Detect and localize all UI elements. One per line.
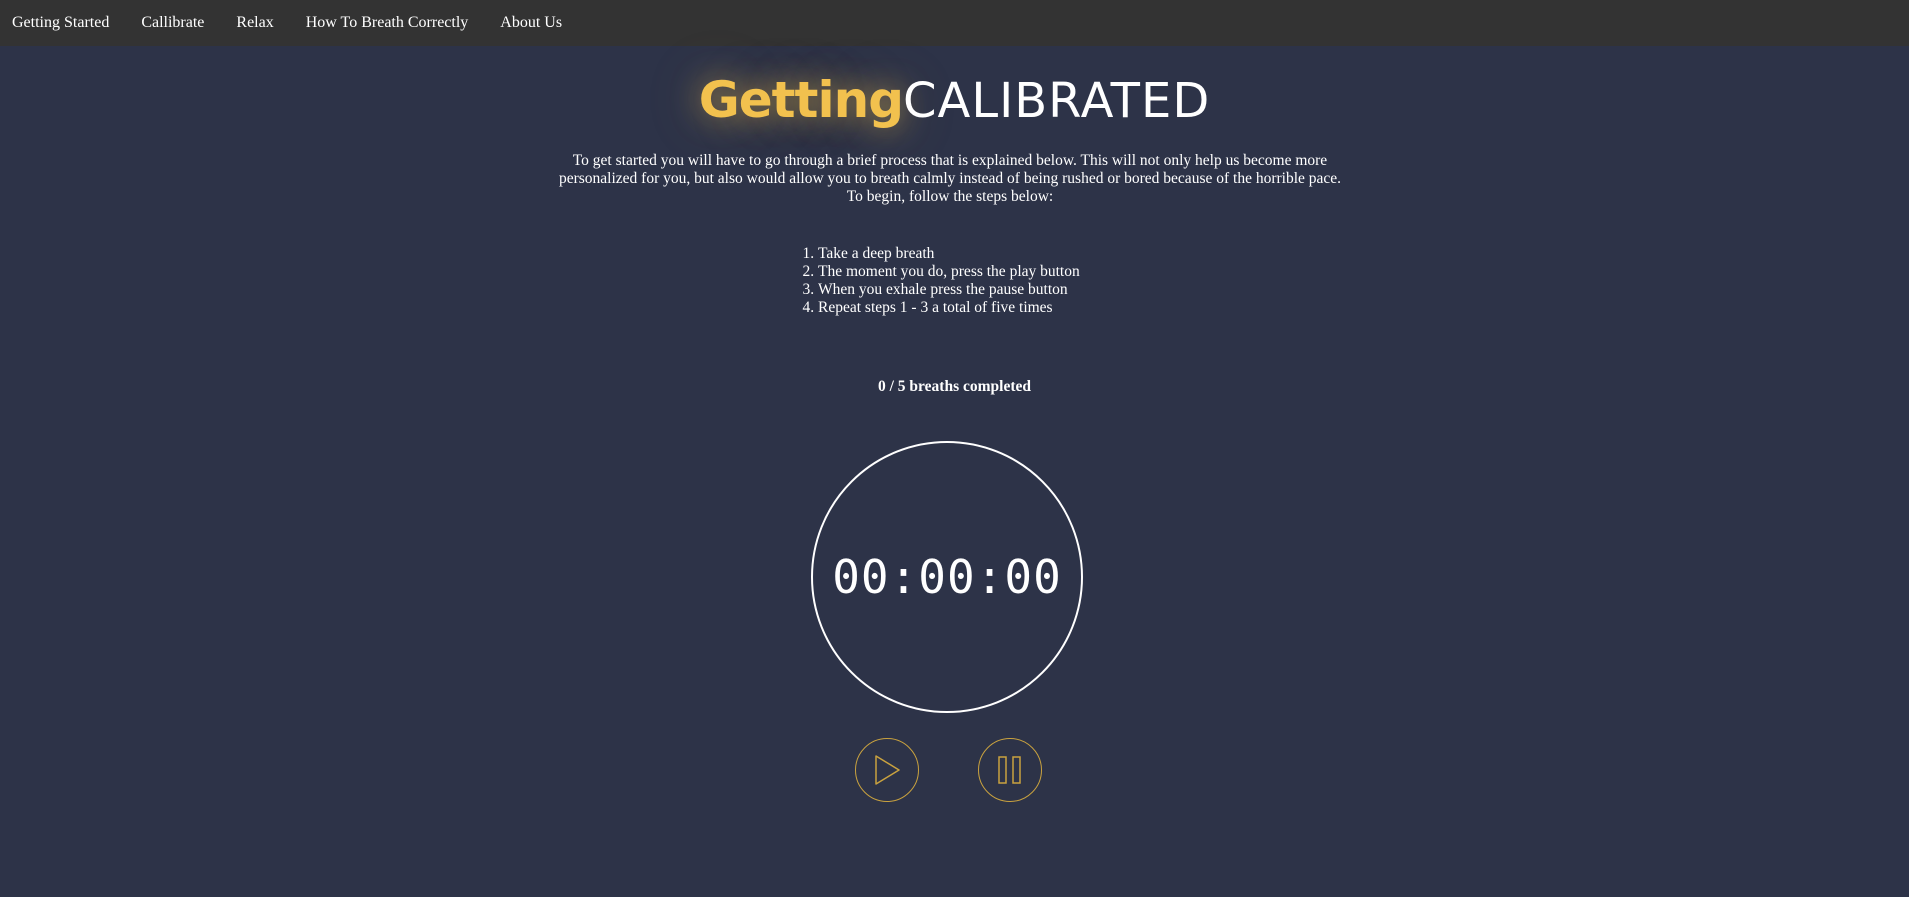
page-title: GettingCALIBRATED bbox=[0, 68, 1909, 133]
nav-how-to-breath-correctly[interactable]: How To Breath Correctly bbox=[306, 14, 469, 32]
nav-about-us[interactable]: About Us bbox=[500, 14, 562, 32]
step-item: Take a deep breath bbox=[818, 245, 1218, 263]
pause-icon bbox=[998, 756, 1021, 784]
timer-circle: 00:00:00 bbox=[811, 441, 1083, 713]
play-icon bbox=[875, 755, 900, 785]
breaths-progress: 0 / 5 breaths completed bbox=[878, 378, 1031, 395]
pause-button[interactable] bbox=[978, 738, 1042, 802]
step-item: Repeat steps 1 - 3 a total of five times bbox=[818, 299, 1218, 317]
top-navbar: Getting Started Callibrate Relax How To … bbox=[0, 0, 1909, 46]
page-title-light: CALIBRATED bbox=[902, 73, 1211, 129]
step-item: The moment you do, press the play button bbox=[818, 263, 1218, 281]
step-item: When you exhale press the pause button bbox=[818, 281, 1218, 299]
play-button[interactable] bbox=[855, 738, 919, 802]
page-title-bold: Getting bbox=[698, 71, 904, 129]
timer-display: 00:00:00 bbox=[832, 550, 1062, 604]
nav-callibrate[interactable]: Callibrate bbox=[141, 14, 204, 32]
nav-getting-started[interactable]: Getting Started bbox=[12, 14, 109, 32]
nav-relax[interactable]: Relax bbox=[236, 14, 273, 32]
steps-list: Take a deep breath The moment you do, pr… bbox=[790, 245, 1218, 317]
intro-paragraph: To get started you will have to go throu… bbox=[558, 152, 1342, 205]
